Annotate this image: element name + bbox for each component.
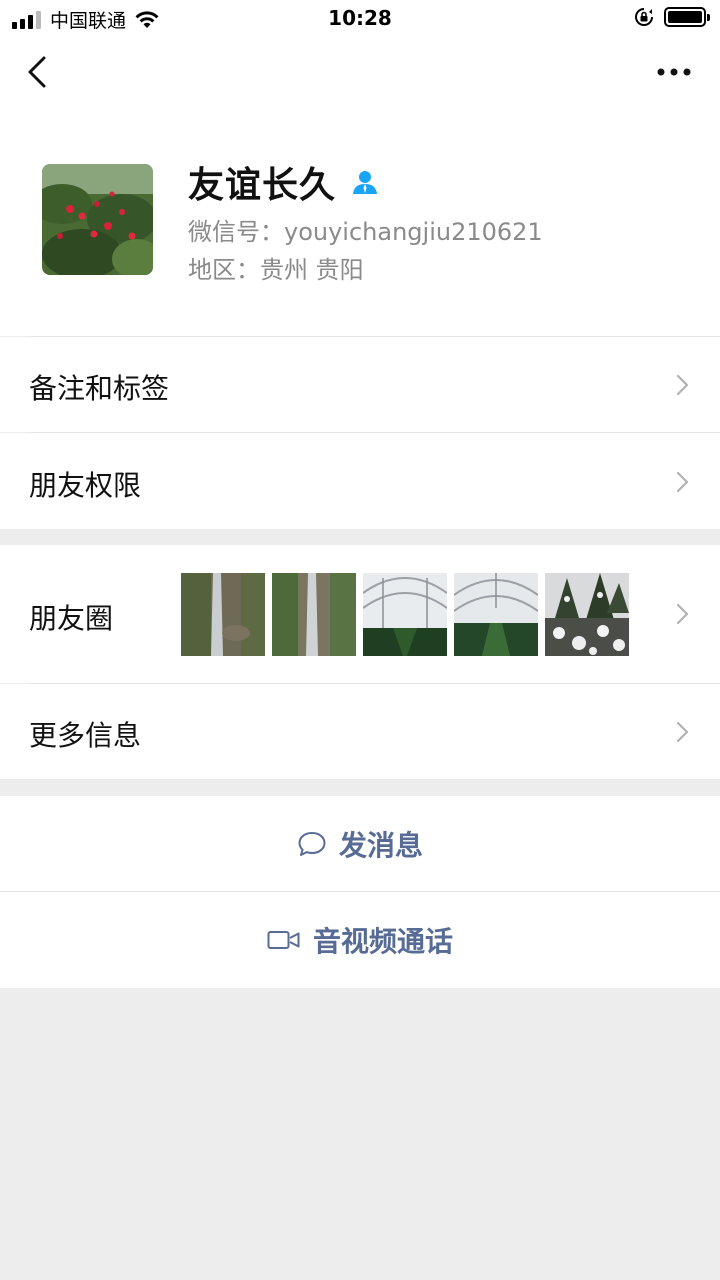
send-message-button[interactable]: 发消息 (0, 796, 720, 892)
rotation-lock-icon (635, 8, 653, 26)
person-icon (353, 171, 378, 194)
moments-thumbnail (272, 573, 356, 656)
more-info-label: 更多信息 (29, 719, 142, 752)
avatar[interactable] (42, 164, 153, 275)
more-info-cell[interactable]: 更多信息 (0, 684, 720, 779)
voice-video-call-button[interactable]: 音视频通话 (0, 892, 720, 988)
moments-thumbnail (363, 573, 447, 656)
chevron-left-icon (28, 56, 46, 88)
profile-header: 友谊长久 微信号：youyichangjiu210621 地区：贵州 贵阳 (0, 110, 720, 336)
chevron-right-icon (676, 374, 689, 396)
friend-permissions-cell[interactable]: 朋友权限 (0, 433, 720, 529)
nav-bar (0, 38, 720, 110)
voice-video-call-label: 音视频通话 (312, 925, 453, 958)
moments-label: 朋友圈 (29, 602, 114, 635)
remarks-tags-label: 备注和标签 (29, 372, 170, 405)
battery-icon (664, 7, 710, 27)
more-button[interactable] (654, 60, 694, 84)
video-camera-icon (267, 931, 300, 949)
region: 地区：贵州 贵阳 (188, 256, 364, 284)
moments-thumbnails (181, 573, 629, 656)
chat-bubble-icon (298, 832, 326, 856)
more-dots-icon (657, 68, 691, 76)
remarks-tags-cell[interactable]: 备注和标签 (0, 337, 720, 432)
moments-thumbnail (545, 573, 629, 656)
send-message-label: 发消息 (338, 829, 423, 862)
friend-permissions-label: 朋友权限 (29, 469, 142, 502)
back-button[interactable] (22, 50, 62, 94)
chevron-right-icon (676, 603, 689, 625)
chevron-right-icon (676, 471, 689, 493)
status-time: 10:28 (328, 6, 392, 30)
nickname: 友谊长久 (188, 165, 337, 206)
nickname-row: 友谊长久 (188, 156, 380, 208)
status-right (634, 7, 710, 27)
moments-thumbnail (181, 573, 265, 656)
moments-cell[interactable]: 朋友圈 (0, 545, 720, 683)
status-bar: 中国联通 10:28 (0, 0, 720, 38)
chevron-right-icon (676, 721, 689, 743)
wechat-id: 微信号：youyichangjiu210621 (188, 218, 543, 246)
moments-thumbnail (454, 573, 538, 656)
